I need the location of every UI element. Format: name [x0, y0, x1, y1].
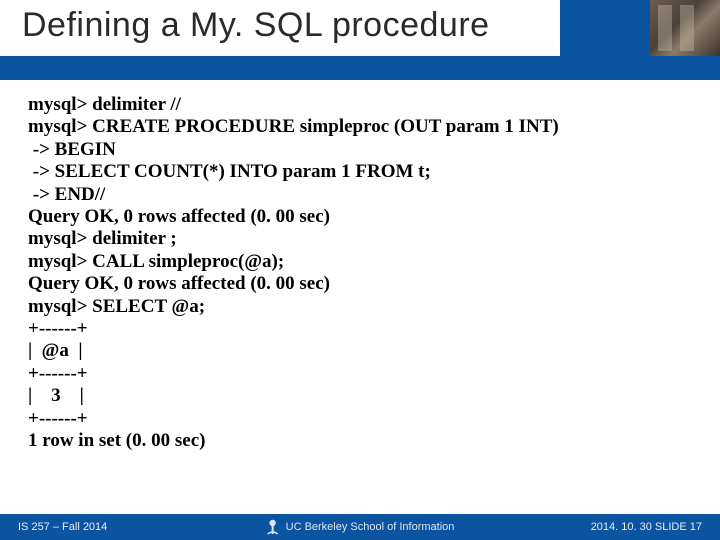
footer-center-text: UC Berkeley School of Information — [286, 521, 455, 533]
footer-right: 2014. 10. 30 SLIDE 17 — [591, 521, 702, 533]
slide-title: Defining a My. SQL procedure — [22, 6, 490, 45]
code-line: mysql> delimiter // — [28, 94, 692, 116]
code-line: -> BEGIN — [28, 139, 692, 161]
code-line: | @a | — [28, 340, 692, 362]
code-line: Query OK, 0 rows affected (0. 00 sec) — [28, 206, 692, 228]
footer-center: UC Berkeley School of Information — [266, 518, 455, 536]
title-bar: Defining a My. SQL procedure — [0, 0, 720, 80]
code-line: mysql> SELECT @a; — [28, 296, 692, 318]
header-decorative-photo — [650, 0, 720, 56]
code-line: +------+ — [28, 318, 692, 340]
footer-left: IS 257 – Fall 2014 — [18, 521, 107, 533]
code-line: 1 row in set (0. 00 sec) — [28, 430, 692, 452]
code-line: mysql> CALL simpleproc(@a); — [28, 251, 692, 273]
code-line: +------+ — [28, 408, 692, 430]
berkeley-logo-icon — [266, 518, 280, 536]
code-line: mysql> delimiter ; — [28, 228, 692, 250]
code-line: +------+ — [28, 363, 692, 385]
code-line: | 3 | — [28, 385, 692, 407]
code-line: Query OK, 0 rows affected (0. 00 sec) — [28, 273, 692, 295]
code-line: -> SELECT COUNT(*) INTO param 1 FROM t; — [28, 161, 692, 183]
code-block: mysql> delimiter // mysql> CREATE PROCED… — [28, 94, 692, 453]
footer-bar: IS 257 – Fall 2014 UC Berkeley School of… — [0, 514, 720, 540]
code-line: -> END// — [28, 184, 692, 206]
code-line: mysql> CREATE PROCEDURE simpleproc (OUT … — [28, 116, 692, 138]
